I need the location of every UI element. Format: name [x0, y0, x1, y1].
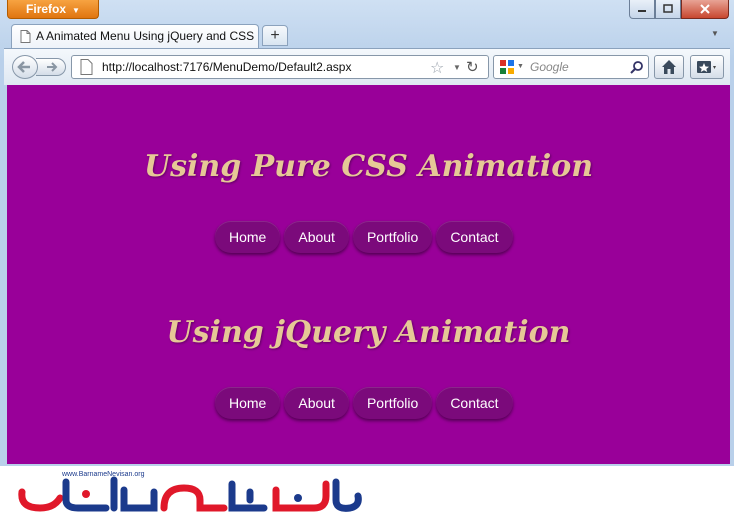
search-bar[interactable]: ▼ Google: [493, 55, 649, 79]
address-bar[interactable]: http://localhost:7176/MenuDemo/Default2.…: [71, 55, 489, 79]
forward-button[interactable]: [36, 58, 66, 76]
css-menu-about[interactable]: About: [284, 221, 349, 253]
firefox-menu-button[interactable]: Firefox ▼: [7, 0, 99, 19]
back-forward-group: [12, 55, 68, 79]
home-icon: [662, 60, 676, 74]
jquery-animation-heading: Using jQuery Animation: [166, 315, 571, 350]
tab-title: A Animated Menu Using jQuery and CSS: [36, 29, 255, 43]
css-menu-contact[interactable]: Contact: [436, 221, 513, 253]
navigation-toolbar: http://localhost:7176/MenuDemo/Default2.…: [4, 48, 730, 85]
chevron-down-icon: ▼: [72, 6, 80, 15]
tab-list-icon[interactable]: ▼: [711, 29, 719, 38]
page-content: Using Pure CSS Animation Home About Port…: [7, 85, 730, 464]
jquery-menu-about[interactable]: About: [284, 387, 349, 419]
bookmark-star-icon[interactable]: ☆: [430, 58, 444, 78]
page-icon: [20, 30, 31, 43]
watermark-site-text: www.BarnameNevisan.org: [62, 471, 145, 478]
search-placeholder: Google: [530, 60, 569, 74]
history-dropdown-icon[interactable]: ▼: [453, 63, 461, 72]
firefox-menu-label: Firefox: [26, 2, 67, 16]
css-menu-portfolio[interactable]: Portfolio: [352, 221, 433, 253]
jquery-menu-contact[interactable]: Contact: [436, 387, 513, 419]
bookmarks-button[interactable]: [690, 55, 724, 79]
reload-icon[interactable]: ↻: [466, 58, 479, 76]
jquery-menu: Home About Portfolio Contact: [215, 387, 513, 419]
bookmarks-icon: [697, 61, 716, 73]
browser-tab[interactable]: A Animated Menu Using jQuery and CSS: [11, 24, 259, 48]
url-text: http://localhost:7176/MenuDemo/Default2.…: [102, 60, 352, 74]
maximize-button[interactable]: [655, 0, 681, 19]
minimize-button[interactable]: [629, 0, 655, 19]
css-menu: Home About Portfolio Contact: [215, 221, 513, 253]
title-bar: Firefox ▼: [0, 0, 734, 22]
restore-icon: [663, 4, 673, 13]
browser-window: Firefox ▼ A Animated Menu Using jQuery an…: [0, 0, 734, 466]
google-icon: [500, 60, 514, 74]
jquery-menu-portfolio[interactable]: Portfolio: [352, 387, 433, 419]
back-button[interactable]: [12, 55, 38, 79]
jquery-menu-home[interactable]: Home: [215, 387, 281, 419]
back-arrow-icon: [17, 61, 30, 73]
close-button[interactable]: [681, 0, 729, 19]
page-icon: [80, 59, 93, 75]
search-icon[interactable]: [630, 60, 644, 74]
forward-arrow-icon: [47, 62, 58, 72]
search-engine-dropdown-icon[interactable]: ▼: [517, 63, 524, 70]
css-menu-home[interactable]: Home: [215, 221, 281, 253]
plus-icon: +: [270, 27, 280, 44]
close-icon: [700, 4, 710, 14]
new-tab-button[interactable]: +: [262, 25, 288, 46]
css-animation-heading: Using Pure CSS Animation: [143, 149, 594, 184]
home-button[interactable]: [654, 55, 684, 79]
minimize-icon: [638, 10, 646, 12]
